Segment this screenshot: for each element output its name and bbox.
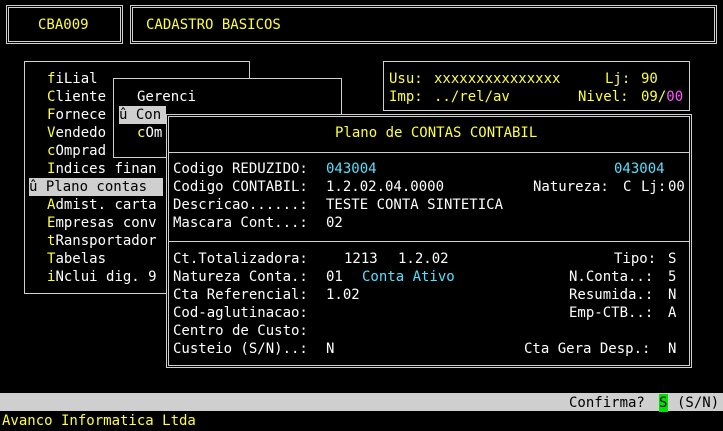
level-value: 09/00 [641,89,684,105]
level-label: Nivel: [578,89,629,105]
dialog-section-separator [169,241,689,242]
dialog-title: Plano de CONTAS CONTABIL [335,125,538,141]
cta-referencial-label: Cta Referencial: [173,287,308,303]
menu-item-administradora-cartao[interactable]: Admist. carta [47,196,157,214]
tipo-field[interactable]: S [668,250,676,268]
confirm-options: (S/N) [677,395,720,411]
sub-menu-item-contas[interactable]: û Con [119,106,166,124]
descricao-label: Descricao......: [173,197,308,213]
codigo-reduzido-label: Codigo REDUZIDO: [173,161,308,177]
printer-label: Imp: [389,89,423,105]
menu-item-empresas-conveniadas[interactable]: Empresas conv [47,214,157,232]
emp-ctb-field[interactable]: A [668,304,676,322]
menu-item-plano-contas[interactable]: û Plano contas [29,178,163,196]
confirm-input[interactable]: S [659,394,668,412]
level-max: 00 [666,89,684,105]
menu-item-transportador[interactable]: tRansportador [47,232,157,250]
codigo-contabil-field[interactable]: 1.2.02.04.0000 [326,178,444,196]
codigo-reduzido-field[interactable]: 043004 [326,160,377,178]
tipo-label: Tipo: [614,251,657,267]
menu-item-inclui-digito[interactable]: iNclui dig. 9 [47,268,157,286]
mascara-label: Mascara Cont...: [173,215,308,231]
resumida-label: Resumida.: [569,287,654,303]
natureza-label: Natureza: [533,179,609,195]
centro-custo-label: Centro de Custo: [173,323,308,339]
menu-item-indices-financeiros[interactable]: Indices finan [47,160,157,178]
totalizadora-label: Ct.Totalizadora: [173,251,308,267]
n-conta-label: N.Conta..: [569,269,654,285]
dialog-title-separator [169,152,689,153]
cod-aglutinacao-label: Cod-aglutinacao: [173,305,308,321]
menu-item-filial[interactable]: fiLial [47,70,98,88]
natureza-conta-field[interactable]: 01 [326,268,343,286]
cta-referencial-field[interactable]: 1.02 [326,286,360,304]
store-label: Lj: [605,71,631,87]
menu-item-tabelas[interactable]: Tabelas [47,250,106,268]
natureza-conta-label: Natureza Conta.: [173,269,308,285]
totalizadora-account-field[interactable]: 1.2.02 [398,250,449,268]
printer-value: ../rel/av [434,89,510,105]
menu-item-fornecedor[interactable]: Fornece [47,106,106,124]
totalizadora-code-field[interactable]: 1213 [344,250,378,268]
menu-item-comprador[interactable]: cOmprad [47,142,106,160]
program-code: CBA009 [38,17,89,33]
lj-label: Lj: [641,179,667,195]
natureza-field[interactable]: C [623,178,631,196]
user-label: Usu: [389,71,423,87]
emp-ctb-label: Emp-CTB..: [569,305,654,321]
store-value: 90 [641,71,658,87]
footer-company: Avanco Informatica Ltda [2,413,196,429]
program-title: CADASTRO BASICOS [146,17,281,33]
sub-menu-item-comum[interactable]: cOm [137,124,162,142]
user-value: xxxxxxxxxxxxxxx [434,71,561,87]
codigo-contabil-label: Codigo CONTABIL: [173,179,308,195]
menu-item-vendedor[interactable]: Vendedo [47,124,106,142]
codigo-reduzido-echo: 043004 [614,161,665,177]
menu-item-cliente[interactable]: Cliente [47,88,106,106]
cta-gera-desp-field[interactable]: N [668,340,676,358]
mascara-field[interactable]: 02 [326,214,343,232]
custeio-field[interactable]: N [326,340,334,358]
natureza-conta-description: Conta Ativo [362,269,455,285]
sub-menu-header: Gerenci [137,89,197,105]
lj-field[interactable]: 00 [668,178,685,196]
custeio-label: Custeio (S/N)..: [173,341,308,357]
n-conta-field[interactable]: 5 [668,268,676,286]
descricao-field[interactable]: TESTE CONTA SINTETICA [326,196,503,214]
resumida-field[interactable]: N [668,286,676,304]
confirm-label: Confirma? [569,395,645,411]
cta-gera-desp-label: Cta Gera Desp.: [524,341,651,357]
